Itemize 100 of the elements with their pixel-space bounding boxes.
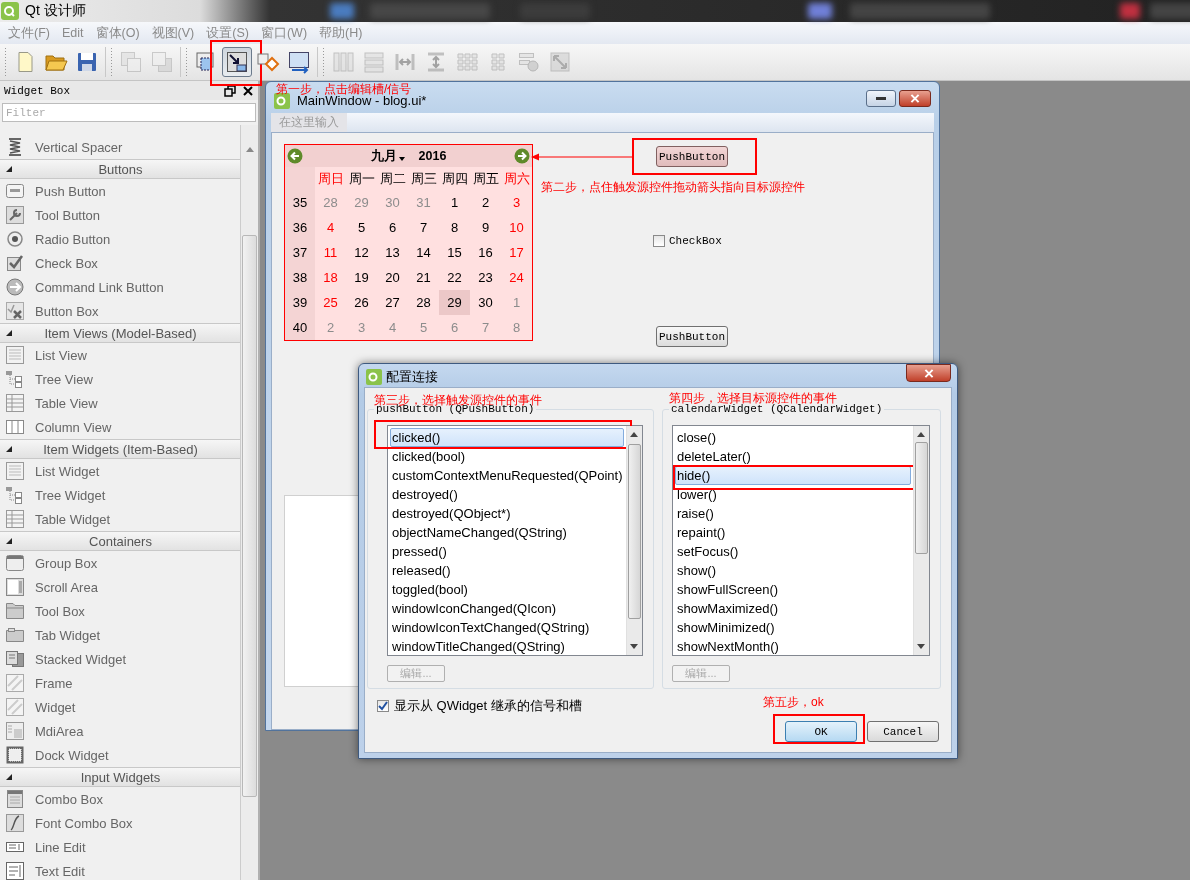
menu-item[interactable]: 帮助(H)	[313, 24, 369, 42]
tag-icon[interactable]	[256, 50, 280, 74]
widget-item[interactable]: Tool Button	[0, 203, 240, 227]
day-cell[interactable]: 14	[408, 240, 439, 265]
checkbox[interactable]: 显示从 QWidget 继承的信号和槽	[377, 697, 582, 715]
list-item[interactable]: pressed()	[390, 542, 624, 561]
day-cell[interactable]: 21	[408, 265, 439, 290]
widget-item[interactable]: Widget	[0, 695, 240, 719]
list-item[interactable]: clicked()	[390, 428, 624, 447]
day-cell[interactable]: 28	[408, 290, 439, 315]
list-item[interactable]: repaint()	[675, 523, 911, 542]
day-cell[interactable]: 13	[377, 240, 408, 265]
day-cell[interactable]: 6	[377, 215, 408, 240]
list-item[interactable]: show()	[675, 561, 911, 580]
widget-item[interactable]: Combo Box	[0, 787, 240, 811]
list-item[interactable]: close()	[675, 428, 911, 447]
list-item[interactable]: objectNameChanged(QString)	[390, 523, 624, 542]
widget-item[interactable]: Check Box	[0, 251, 240, 275]
day-cell[interactable]: 16	[470, 240, 501, 265]
list-item[interactable]: clicked(bool)	[390, 447, 624, 466]
widget-item[interactable]: Font Combo Box	[0, 811, 240, 835]
scroll-down-icon[interactable]	[630, 644, 638, 649]
list-item[interactable]: toggled(bool)	[390, 580, 624, 599]
day-cell[interactable]: 26	[346, 290, 377, 315]
day-cell[interactable]: 10	[501, 215, 532, 240]
list-item[interactable]: showMinimized()	[675, 618, 911, 637]
widget-item[interactable]: Tab Widget	[0, 623, 240, 647]
minimize-button[interactable]	[866, 90, 896, 107]
widget-item[interactable]: MdiArea	[0, 719, 240, 743]
day-cell[interactable]: 19	[346, 265, 377, 290]
widget-item[interactable]: Column View	[0, 415, 240, 439]
scroll-down-icon[interactable]	[917, 644, 925, 649]
day-cell[interactable]: 22	[439, 265, 470, 290]
calendar[interactable]: 九月 2016 周日 周一 周二 周三 周四 周五 周六 35 28 29 30 31 1 2 3 36 4 5 6 7 8 9 10 37 11 12 13 14 15 16 17 38 18 19 20 21 22 23 24 39 25 26 27 28 29 30 1 40 2 3 4 5 6 7 8	[284, 144, 533, 341]
widget-item[interactable]: Radio Button	[0, 227, 240, 251]
list-item[interactable]: raise()	[675, 504, 911, 523]
widget-item[interactable]: Tree View	[0, 367, 240, 391]
scrollbar[interactable]	[241, 125, 258, 880]
close-button[interactable]	[906, 364, 951, 382]
widget-item[interactable]: Frame	[0, 671, 240, 695]
category-header[interactable]: Buttons	[0, 159, 240, 179]
ok-button[interactable]: OK	[785, 721, 857, 742]
scrollbar[interactable]	[913, 426, 929, 655]
day-cell[interactable]: 2	[470, 190, 501, 215]
widget-item[interactable]: Command Link Button	[0, 275, 240, 299]
day-cell[interactable]: 12	[346, 240, 377, 265]
list-item[interactable]: lower()	[675, 485, 911, 504]
widget-item[interactable]: Tool Box	[0, 599, 240, 623]
widget-item[interactable]: List View	[0, 343, 240, 367]
float-icon[interactable]	[224, 84, 236, 97]
year-button[interactable]: 2016	[418, 149, 447, 163]
list-item[interactable]: released()	[390, 561, 624, 580]
list-item[interactable]: showMaximized()	[675, 599, 911, 618]
list-item[interactable]: destroyed(QObject*)	[390, 504, 624, 523]
list-item[interactable]: windowIconTextChanged(QString)	[390, 618, 624, 637]
month-button[interactable]: 九月	[370, 147, 405, 165]
day-cell[interactable]: 29	[439, 290, 470, 315]
day-cell[interactable]: 24	[501, 265, 532, 290]
day-cell[interactable]: 1	[439, 190, 470, 215]
list-item[interactable]: showFullScreen()	[675, 580, 911, 599]
day-cell[interactable]: 5	[346, 215, 377, 240]
widget-item[interactable]: Stacked Widget	[0, 647, 240, 671]
tab-order-icon[interactable]	[287, 50, 311, 74]
day-cell[interactable]: 17	[501, 240, 532, 265]
list-item[interactable]: destroyed()	[390, 485, 624, 504]
widget-item[interactable]: Tree Widget	[0, 483, 240, 507]
day-cell[interactable]: 23	[470, 265, 501, 290]
day-cell[interactable]: 25	[315, 290, 346, 315]
cancel-button[interactable]: Cancel	[867, 721, 939, 742]
list-item[interactable]: customContextMenuRequested(QPoint)	[390, 466, 624, 485]
prev-month-icon[interactable]	[287, 148, 303, 164]
scroll-thumb[interactable]	[242, 235, 257, 797]
widget-item[interactable]: Vertical Spacer	[0, 135, 240, 159]
scrollbar[interactable]	[626, 426, 642, 655]
push-button[interactable]: PushButton	[656, 326, 728, 347]
widget-item[interactable]: List Widget	[0, 459, 240, 483]
day-cell[interactable]: 30	[470, 290, 501, 315]
scroll-up-icon[interactable]	[917, 432, 925, 437]
widget-item[interactable]: Table Widget	[0, 507, 240, 531]
list-item[interactable]: windowTitleChanged(QString)	[390, 637, 624, 656]
widget-item[interactable]: Group Box	[0, 551, 240, 575]
category-header[interactable]: Input Widgets	[0, 767, 240, 787]
scroll-up-icon[interactable]	[630, 432, 638, 437]
save-icon[interactable]	[75, 50, 99, 74]
close-button[interactable]	[899, 90, 931, 107]
widget-item[interactable]: Scroll Area	[0, 575, 240, 599]
day-cell[interactable]: 15	[439, 240, 470, 265]
day-cell[interactable]: 8	[439, 215, 470, 240]
day-cell[interactable]: 18	[315, 265, 346, 290]
next-month-icon[interactable]	[514, 148, 530, 164]
day-cell[interactable]: 9	[470, 215, 501, 240]
push-button[interactable]: PushButton	[656, 146, 728, 167]
day-cell[interactable]: 20	[377, 265, 408, 290]
widget-item[interactable]: Dock Widget	[0, 743, 240, 767]
list-item[interactable]: setFocus()	[675, 542, 911, 561]
list-item[interactable]: windowIconChanged(QIcon)	[390, 599, 624, 618]
day-cell[interactable]: 27	[377, 290, 408, 315]
day-cell[interactable]: 7	[408, 215, 439, 240]
category-header[interactable]: Item Views (Model-Based)	[0, 323, 240, 343]
day-cell[interactable]: 3	[501, 190, 532, 215]
